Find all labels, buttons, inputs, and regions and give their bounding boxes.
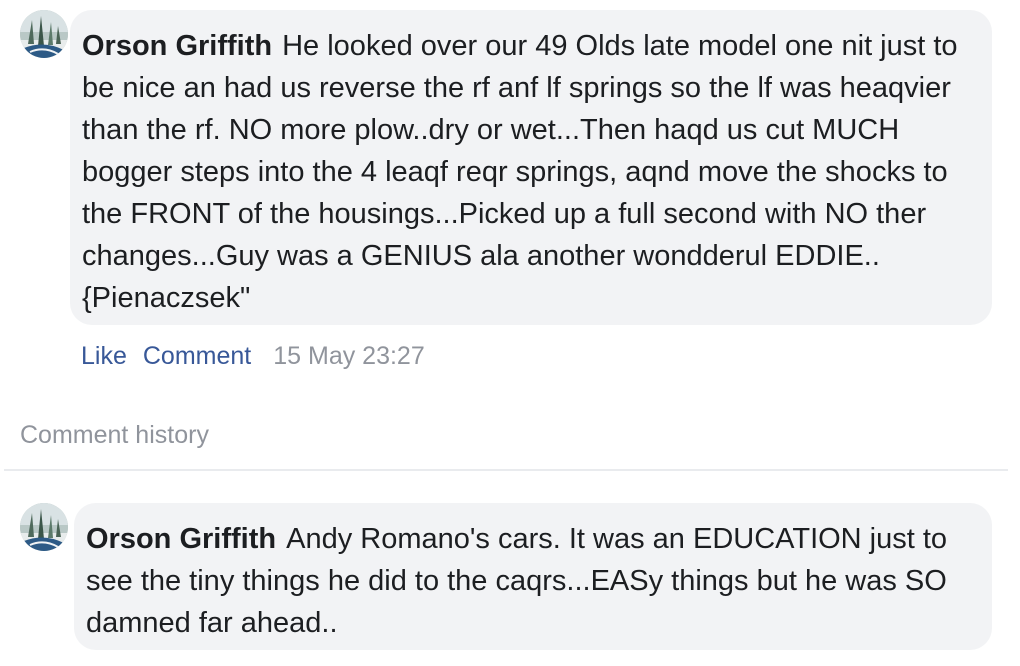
comment-bubble: Orson Griffith He looked over our 49 Olds… — [70, 10, 992, 325]
comment-timestamp[interactable]: 15 May 23:27 — [273, 342, 425, 370]
avatar-image — [20, 10, 68, 58]
comment-actions: Like Comment 15 May 23:27 — [81, 341, 425, 371]
comment-text: He looked over our 49 Olds late model on… — [82, 30, 958, 314]
reply-comment-link[interactable]: Comment — [143, 342, 251, 370]
comment-history-link[interactable]: Comment history — [20, 420, 209, 450]
avatar[interactable] — [20, 503, 68, 551]
comment-author[interactable]: Orson Griffith — [86, 523, 276, 555]
avatar[interactable] — [20, 10, 68, 58]
comment-author[interactable]: Orson Griffith — [82, 30, 272, 62]
divider — [4, 469, 1008, 471]
comment-bubble: Orson Griffith Andy Romano's cars. It was… — [74, 503, 992, 650]
avatar-image — [20, 503, 68, 551]
like-link[interactable]: Like — [81, 342, 127, 370]
